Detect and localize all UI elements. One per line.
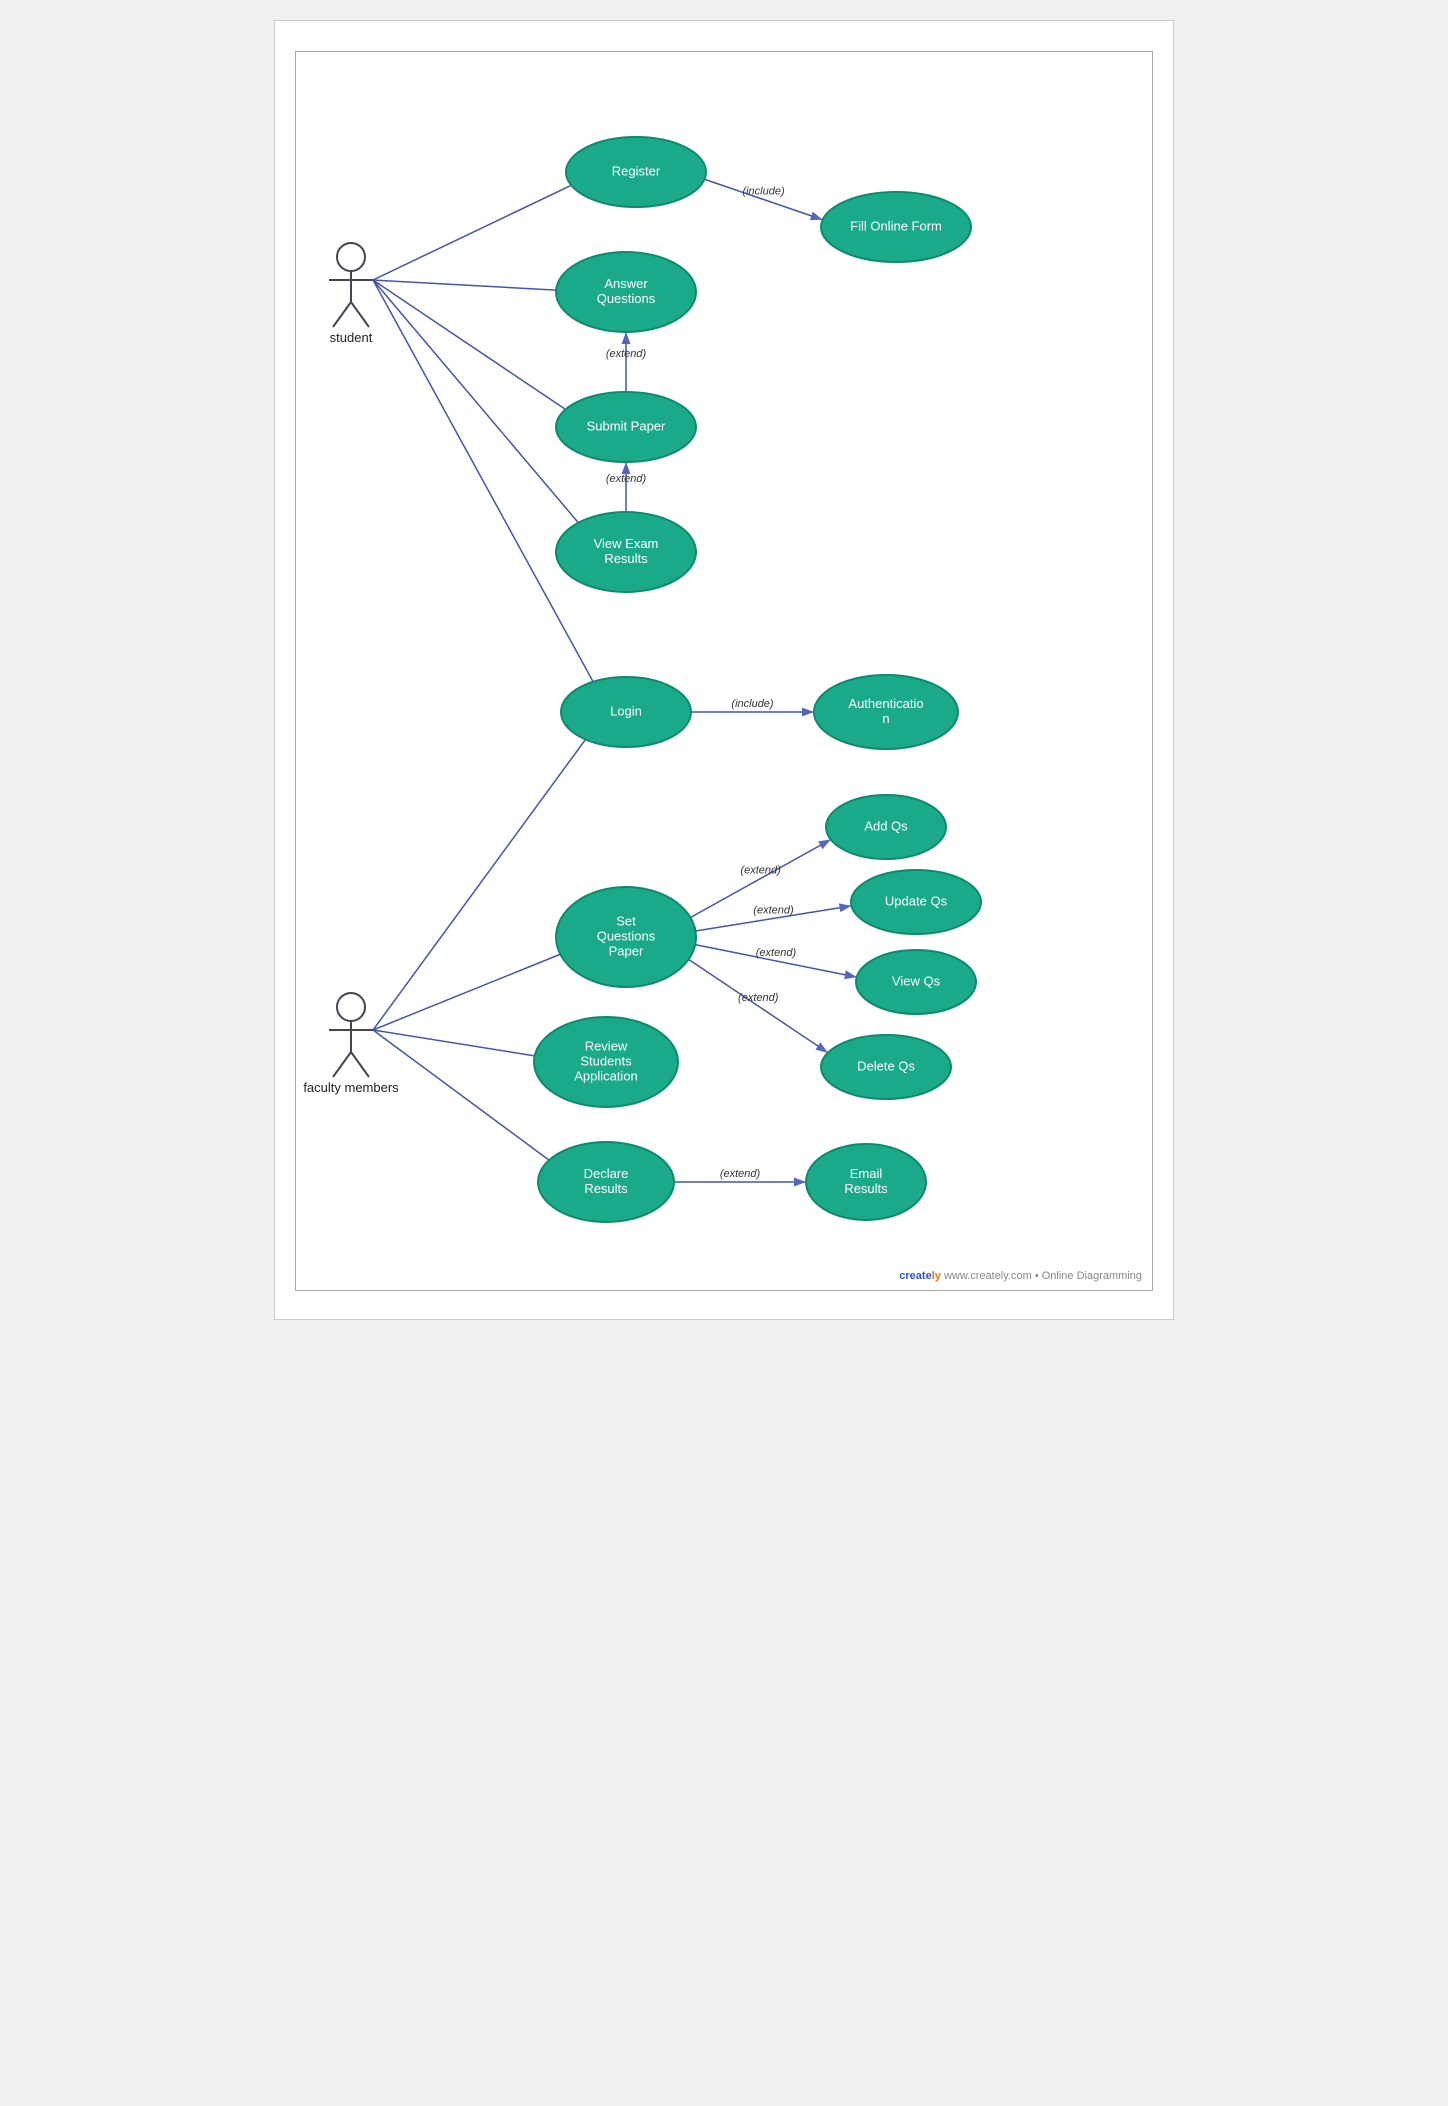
svg-text:Login: Login [610, 703, 642, 718]
svg-text:Questions: Questions [597, 291, 656, 306]
creately-brand: creately www.creately.com • Online Diagr… [899, 1270, 1142, 1282]
svg-text:(extend): (extend) [740, 864, 781, 876]
diagram-border: student faculty members (include) (extend) (… [295, 51, 1153, 1291]
svg-text:Answer: Answer [604, 276, 648, 291]
svg-text:Add Qs: Add Qs [864, 818, 908, 833]
svg-text:Register: Register [612, 163, 661, 178]
brand-create-text: create [899, 1270, 931, 1282]
svg-text:Questions: Questions [597, 928, 656, 943]
svg-text:n: n [882, 711, 889, 726]
svg-text:Set: Set [616, 913, 636, 928]
svg-text:View Qs: View Qs [892, 973, 941, 988]
svg-text:Fill Online Form: Fill Online Form [850, 218, 942, 233]
diagram-svg: student faculty members (include) (extend) (… [296, 52, 1152, 1290]
svg-text:Update Qs: Update Qs [885, 893, 948, 908]
svg-text:(extend): (extend) [753, 904, 794, 916]
svg-text:faculty members: faculty members [303, 1080, 399, 1095]
svg-text:(include): (include) [731, 698, 774, 710]
svg-text:(extend): (extend) [606, 473, 647, 485]
svg-text:Delete Qs: Delete Qs [857, 1058, 915, 1073]
svg-text:(include): (include) [742, 186, 785, 198]
brand-tagline: www.creately.com • Online Diagramming [944, 1270, 1142, 1282]
svg-text:student: student [330, 330, 373, 345]
svg-text:Authenticatio: Authenticatio [848, 696, 923, 711]
svg-text:Declare: Declare [584, 1166, 629, 1181]
svg-text:View Exam: View Exam [594, 536, 659, 551]
svg-text:Results: Results [584, 1181, 628, 1196]
svg-text:(extend): (extend) [738, 992, 779, 1004]
brand-ly-text: ly [932, 1270, 941, 1282]
svg-text:(extend): (extend) [720, 1168, 761, 1180]
svg-text:(extend): (extend) [756, 947, 797, 959]
svg-text:Email: Email [850, 1166, 883, 1181]
svg-text:(extend): (extend) [606, 348, 647, 360]
page-container: student faculty members (include) (extend) (… [274, 20, 1174, 1320]
svg-text:Review: Review [585, 1038, 628, 1053]
svg-text:Application: Application [574, 1068, 638, 1083]
svg-text:Results: Results [604, 551, 648, 566]
svg-text:Paper: Paper [609, 943, 644, 958]
svg-text:Results: Results [844, 1181, 888, 1196]
svg-text:Submit Paper: Submit Paper [587, 418, 666, 433]
svg-text:Students: Students [580, 1053, 632, 1068]
